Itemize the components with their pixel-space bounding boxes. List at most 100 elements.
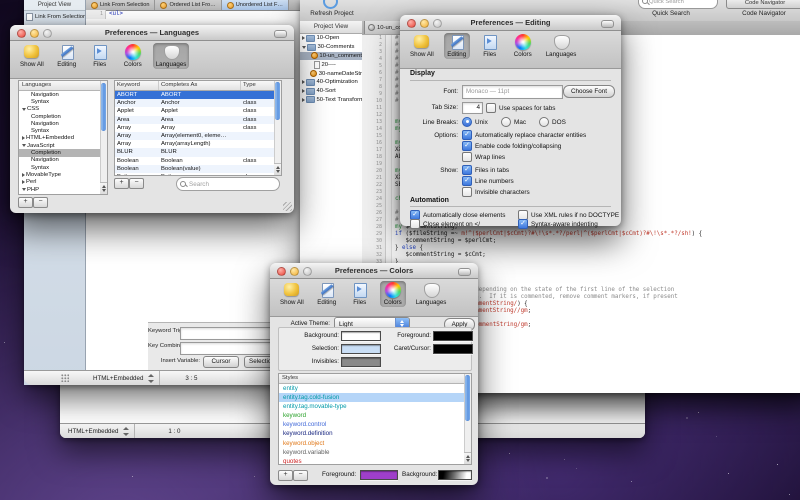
disclosure-triangle-icon[interactable] (22, 173, 25, 177)
toolbar-item-colors[interactable]: Colors (510, 33, 536, 59)
option-checkbox[interactable]: ✓Enable code folding/collapsing (462, 141, 561, 151)
toolbar-item-files[interactable]: Files (347, 281, 373, 307)
project-tree-item[interactable]: 40-Optimization (300, 78, 362, 87)
line-break-mac-radio[interactable]: Mac (501, 117, 526, 127)
keyword-table-row[interactable]: ButtonButtonclass (115, 173, 281, 176)
disclosure-triangle-icon[interactable] (302, 80, 305, 84)
drag-handle-icon[interactable] (61, 374, 69, 382)
toolbar-item-showall[interactable]: Show All (17, 43, 47, 69)
style-list-item[interactable]: entity (279, 384, 471, 393)
toolbar-item-editing[interactable]: Editing (444, 33, 470, 59)
language-list-item[interactable]: JavaScript (19, 142, 107, 149)
style-list-item[interactable]: keyword (279, 411, 471, 420)
project-tree-item[interactable]: 40-Sort (300, 87, 362, 96)
add-style-button[interactable]: + (278, 470, 293, 481)
selection-color-well[interactable] (341, 344, 381, 354)
style-list-item[interactable]: entity.tag.cold-fusion (279, 393, 471, 402)
use-spaces-checkbox[interactable]: Use spaces for tabs (486, 103, 555, 113)
tab-size-field[interactable]: 4 (462, 102, 483, 114)
language-list-item[interactable]: Navigation (19, 120, 107, 127)
show-checkbox[interactable]: ✓Files in tabs (462, 165, 509, 175)
language-list-item[interactable]: Navigation (19, 91, 107, 98)
toolbar-item-languages[interactable]: Languages (413, 281, 450, 307)
radio-unchecked[interactable] (539, 117, 549, 127)
language-list-item[interactable]: Syntax (19, 164, 107, 171)
styles-scrollbar[interactable] (464, 374, 471, 464)
language-list-item[interactable]: MovableType (19, 171, 107, 178)
toolbar-toggle-button[interactable] (601, 20, 614, 28)
project-tree-item[interactable]: 30-nameDateStr (300, 69, 362, 78)
option-checkbox[interactable]: Wrap lines (462, 152, 505, 162)
keyword-table-row[interactable]: AnchorAnchorclass (115, 99, 281, 107)
style-list-item[interactable]: entity.tag.movable-type (279, 402, 471, 411)
column-header-completes-as[interactable]: Completes As (159, 81, 241, 90)
disclosure-triangle-icon[interactable] (302, 36, 305, 40)
minimize-button[interactable] (420, 19, 429, 28)
remove-keyword-button[interactable]: − (129, 178, 144, 189)
language-list-item[interactable]: PHP (19, 186, 107, 193)
caretcursor-color-well[interactable] (433, 344, 473, 354)
keyword-table-row[interactable]: ArrayArray(arrayLength) (115, 140, 281, 148)
minimize-button[interactable] (30, 29, 39, 38)
foreground-color-well[interactable] (433, 331, 473, 341)
checkbox-checked[interactable]: ✓ (462, 176, 472, 186)
automation-checkbox[interactable]: ✓Syntax-aware indenting (518, 219, 598, 229)
keyword-table-row[interactable]: AppletAppletclass (115, 107, 281, 115)
keyword-table-row[interactable]: AreaAreaclass (115, 116, 281, 124)
radio-checked[interactable] (462, 117, 472, 127)
refresh-icon[interactable] (323, 0, 338, 9)
close-button[interactable] (407, 19, 416, 28)
style-list-item[interactable]: keyword.object (279, 439, 471, 448)
insert-variable-cursor-button[interactable]: Cursor (203, 356, 239, 368)
close-button[interactable] (277, 267, 286, 276)
line-break-unix-radio[interactable]: Unix (462, 117, 488, 127)
checkbox-unchecked[interactable] (410, 219, 420, 229)
toolbar-toggle-button[interactable] (274, 30, 287, 38)
language-list-item[interactable]: Syntax (19, 127, 107, 134)
keyword-table-row[interactable]: BooleanBooleanclass (115, 157, 281, 165)
show-checkbox[interactable]: ✓Line numbers (462, 176, 514, 186)
toolbar-item-showall[interactable]: Show All (407, 33, 437, 59)
toolbar-item-editing[interactable]: Editing (314, 281, 340, 307)
disclosure-triangle-icon[interactable] (22, 180, 25, 184)
style-list-item[interactable]: keyword.definition (279, 429, 471, 438)
background-color-well[interactable] (341, 331, 381, 341)
keyword-table-row[interactable]: ArrayArray(element0, eleme… (115, 132, 281, 140)
project-tree-item[interactable]: 50-Text Transform (300, 96, 362, 105)
remove-style-button[interactable]: − (293, 470, 308, 481)
invisibles-color-well[interactable] (341, 357, 381, 367)
checkbox-checked[interactable]: ✓ (462, 130, 472, 140)
project-tree-item[interactable]: 30-Comments (300, 43, 362, 52)
updown-arrows-icon[interactable] (148, 374, 154, 383)
language-list-item[interactable]: Completion (19, 149, 107, 156)
clip-tab[interactable]: Unordered List F… (222, 0, 289, 10)
quick-search-input[interactable]: Quick Search (638, 0, 718, 9)
clip-tab[interactable]: Link From Selection (86, 0, 155, 10)
clips-sidebar-item[interactable]: Link From Selection (24, 13, 85, 21)
language-popup[interactable]: HTML+Embedded (93, 375, 143, 382)
project-tree-item[interactable]: 20---- (300, 60, 362, 69)
column-header-type[interactable]: Type (241, 81, 275, 90)
disclosure-triangle-icon[interactable] (22, 136, 25, 140)
language-popup[interactable]: HTML+Embedded (68, 428, 118, 435)
language-list-item[interactable]: Navigation (19, 157, 107, 164)
refresh-project-label[interactable]: Refresh Project (303, 10, 361, 17)
option-checkbox[interactable]: ✓Automatically replace character entitie… (462, 130, 586, 140)
disclosure-triangle-icon[interactable] (22, 144, 26, 147)
disclosure-triangle-icon[interactable] (22, 108, 26, 111)
toolbar-item-showall[interactable]: Show All (277, 281, 307, 307)
language-list-item[interactable]: Syntax (19, 98, 107, 105)
languages-scrollbar[interactable] (100, 81, 107, 194)
close-button[interactable] (17, 29, 26, 38)
add-keyword-button[interactable]: + (114, 178, 129, 189)
disclosure-triangle-icon[interactable] (302, 98, 305, 102)
language-list-item[interactable]: Completion (19, 113, 107, 120)
remove-language-button[interactable]: − (33, 197, 48, 208)
toolbar-item-editing[interactable]: Editing (54, 43, 80, 69)
keyword-table-scrollbar[interactable] (274, 81, 281, 175)
column-header-keyword[interactable]: Keyword (115, 81, 159, 90)
language-list-item[interactable]: CSS (19, 106, 107, 113)
line-break-dos-radio[interactable]: DOS (539, 117, 566, 127)
disclosure-triangle-icon[interactable] (22, 188, 26, 191)
keyword-table-row[interactable]: ABORTABORT (115, 91, 281, 99)
